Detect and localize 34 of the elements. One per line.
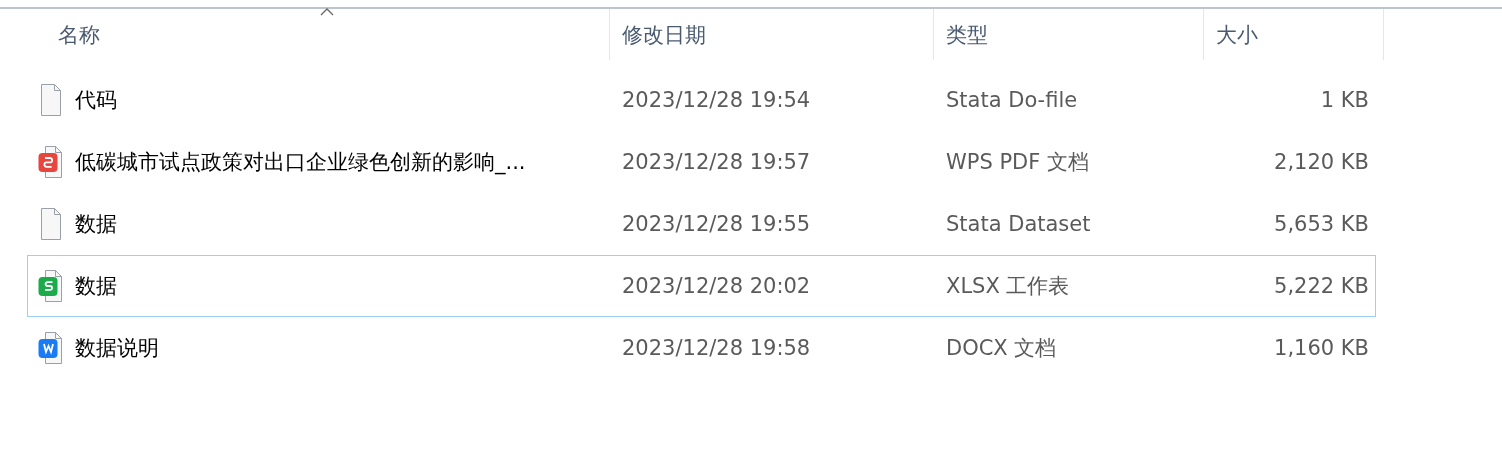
document-icon (38, 331, 64, 365)
document-icon (38, 207, 64, 241)
file-row[interactable]: 数据说明 2023/12/28 19:58 DOCX 文档 1,160 KB (27, 317, 1376, 379)
column-header[interactable]: 名称 (0, 9, 610, 60)
file-name: 数据 (75, 273, 117, 300)
column-header[interactable]: 类型 (934, 9, 1204, 60)
document-icon (38, 269, 64, 303)
file-row[interactable]: 数据 2023/12/28 20:02 XLSX 工作表 5,222 KB (27, 255, 1376, 317)
file-size: 5,653 KB (1274, 212, 1369, 236)
file-size: 2,120 KB (1274, 150, 1369, 174)
file-name: 数据 (75, 211, 117, 238)
column-header[interactable]: 修改日期 (610, 9, 934, 60)
column-header[interactable]: 大小 (1204, 9, 1384, 60)
file-name: 数据说明 (75, 335, 159, 362)
modified-date: 2023/12/28 19:55 (622, 212, 811, 236)
file-type: Stata Do-file (946, 88, 1078, 112)
file-row[interactable]: 低碳城市试点政策对出口企业绿色创新的影响_... 2023/12/28 19:57 WPS PDF 文档 2,120 KB (27, 131, 1376, 193)
modified-date: 2023/12/28 19:57 (622, 150, 811, 174)
file-row[interactable]: 代码 2023/12/28 19:54 Stata Do-file 1 KB (27, 69, 1376, 131)
document-icon (38, 83, 64, 117)
file-size: 1 KB (1320, 88, 1369, 112)
file-size: 1,160 KB (1274, 336, 1369, 360)
file-type: WPS PDF 文档 (946, 150, 1090, 174)
file-type: XLSX 工作表 (946, 274, 1070, 298)
modified-date: 2023/12/28 19:58 (622, 336, 811, 360)
file-name: 代码 (75, 87, 117, 114)
file-name: 低碳城市试点政策对出口企业绿色创新的影响_... (75, 149, 526, 176)
file-row[interactable]: 数据 2023/12/28 19:55 Stata Dataset 5,653 KB (27, 193, 1376, 255)
file-type: Stata Dataset (946, 212, 1091, 236)
file-type: DOCX 文档 (946, 336, 1057, 360)
modified-date: 2023/12/28 20:02 (622, 274, 811, 298)
modified-date: 2023/12/28 19:54 (622, 88, 811, 112)
file-size: 5,222 KB (1274, 274, 1369, 298)
document-icon (38, 145, 64, 179)
